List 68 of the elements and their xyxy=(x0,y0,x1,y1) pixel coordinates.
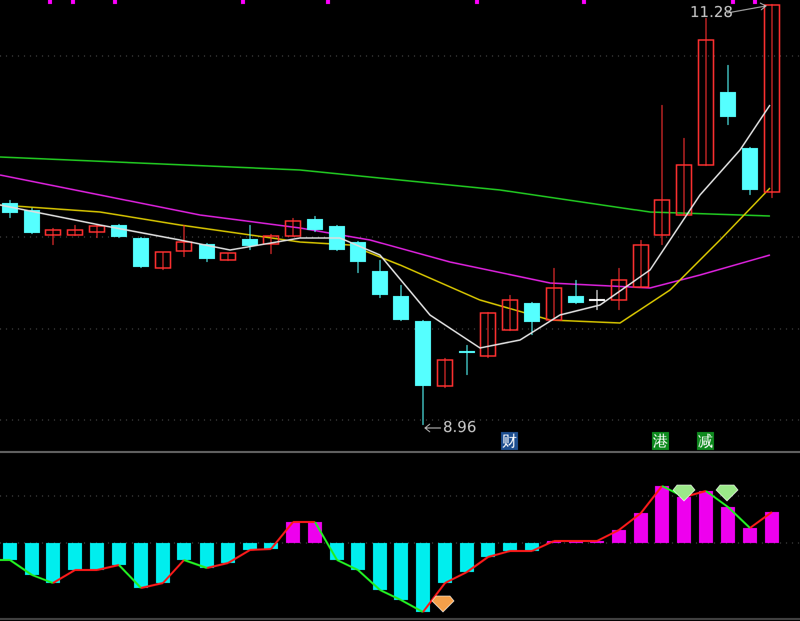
candlestick xyxy=(2,200,18,218)
histogram-bar xyxy=(286,522,300,543)
candlestick xyxy=(262,234,280,254)
candlestick xyxy=(589,290,605,310)
candlestick xyxy=(154,251,172,270)
candlestick xyxy=(436,358,454,388)
candlestick xyxy=(742,146,758,196)
candlestick xyxy=(88,224,106,238)
histogram-bar xyxy=(655,486,669,543)
histogram-bar xyxy=(200,543,214,568)
histogram-bar xyxy=(177,543,191,560)
histogram-bar xyxy=(612,530,626,543)
histogram-bar xyxy=(3,543,17,560)
candlestick xyxy=(284,218,302,238)
event-tag: 减 xyxy=(697,432,714,450)
low-price-label: 8.96 xyxy=(443,419,476,436)
candlestick xyxy=(393,284,409,322)
candlestick xyxy=(568,280,584,304)
histogram-bar xyxy=(90,543,104,570)
histogram-bar xyxy=(46,543,60,583)
candlestick xyxy=(502,294,518,332)
candlestick xyxy=(480,312,496,358)
histogram-bar xyxy=(460,543,474,572)
diamond-icon xyxy=(432,596,454,612)
histogram-bar xyxy=(112,543,126,565)
histogram-bar xyxy=(134,543,148,588)
candlestick xyxy=(524,302,540,336)
candlestick xyxy=(199,242,215,262)
candlestick xyxy=(350,240,366,274)
histogram-bar xyxy=(156,543,170,583)
diamond-icon xyxy=(672,484,696,502)
candlestick xyxy=(242,224,258,250)
event-tag: 财 xyxy=(501,432,518,450)
histogram-bar xyxy=(25,543,39,575)
histogram-bar xyxy=(743,528,757,543)
histogram-bar xyxy=(373,543,387,590)
candlestick xyxy=(307,216,323,232)
candlestick xyxy=(459,344,475,376)
candlestick xyxy=(133,236,149,268)
candlestick xyxy=(546,268,562,322)
histogram-bar xyxy=(394,543,408,600)
histogram-bar xyxy=(221,543,235,563)
histogram-bar xyxy=(351,543,365,570)
candlestick xyxy=(610,268,628,310)
histogram-bar xyxy=(503,543,517,551)
diamond-icon xyxy=(716,484,738,502)
histogram-bar xyxy=(416,543,430,612)
candlestick xyxy=(66,224,84,236)
candlestick xyxy=(24,208,40,234)
histogram-bar xyxy=(677,497,691,543)
histogram-bar xyxy=(699,491,713,543)
candlestick xyxy=(44,228,62,246)
candlestick xyxy=(720,64,736,126)
candlestick xyxy=(220,252,236,262)
low-pointer-arrow xyxy=(424,424,442,432)
event-tag: 港 xyxy=(652,432,669,450)
histogram-bar xyxy=(68,543,82,570)
histogram-bar xyxy=(243,543,257,550)
histogram-bar xyxy=(481,543,495,557)
candlestick xyxy=(329,224,345,252)
histogram-bar xyxy=(721,507,735,543)
histogram-bar xyxy=(634,513,648,543)
histogram-bar xyxy=(765,512,779,543)
candlestick xyxy=(176,224,192,258)
candlestick xyxy=(632,240,650,288)
histogram-bar xyxy=(438,543,452,583)
candlestick xyxy=(372,260,388,298)
high-price-label: 11.28 xyxy=(690,4,733,21)
